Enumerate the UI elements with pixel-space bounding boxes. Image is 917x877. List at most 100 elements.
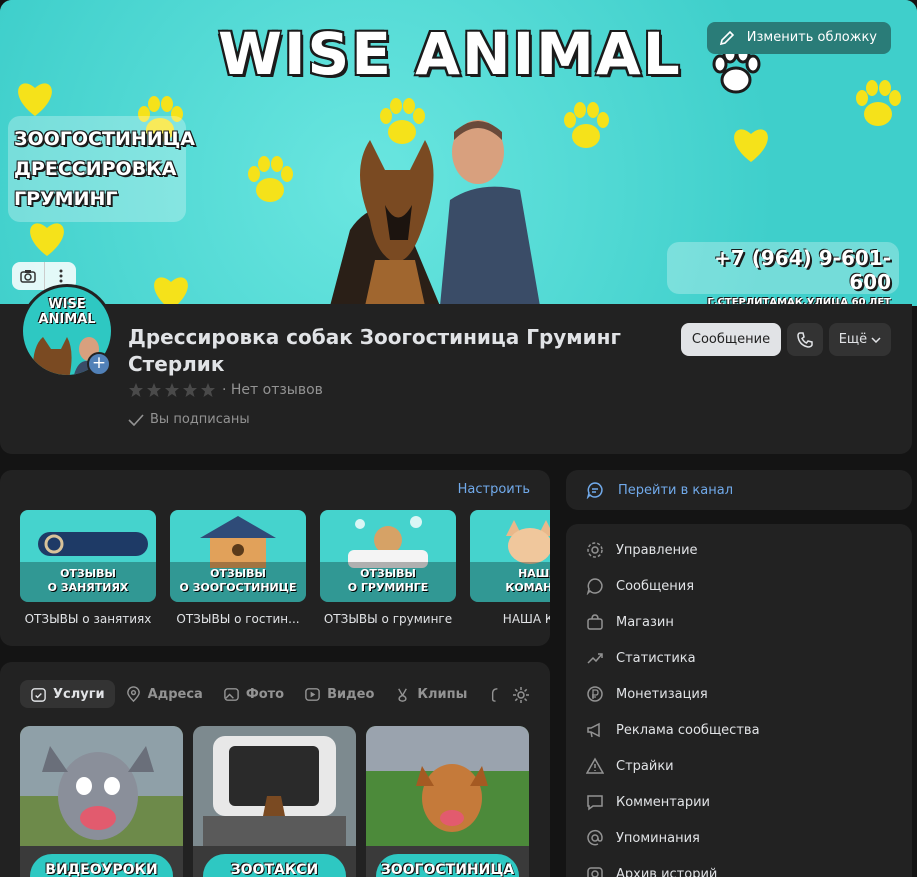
album-overlay: НАШАКОМАНДА (470, 562, 550, 602)
cover-phone: +7 (964) 9-601-600 (714, 246, 891, 294)
heart-icon (734, 129, 768, 162)
doghouse-image (200, 516, 276, 568)
tab-addresses[interactable]: Адреса (115, 680, 213, 708)
rating[interactable]: · Нет отзывов (128, 382, 323, 398)
camera-icon[interactable] (12, 262, 44, 290)
service-card[interactable]: ЗООТАКСИ (193, 726, 356, 877)
avatar-logo-text: WISE ANIMAL (23, 297, 111, 327)
channel-label: Перейти в канал (618, 482, 734, 498)
archive-icon (587, 867, 603, 877)
album-thumbnail: ОТЗЫВЫ О ЗАНЯТИЯХ (20, 510, 156, 602)
album-overlay: ОТЗЫВЫ О ЗАНЯТИЯХ (20, 562, 156, 602)
tab-services[interactable]: Услуги (20, 680, 115, 708)
cover-photo (330, 120, 540, 306)
subscribed-status[interactable]: Вы подписаны (128, 412, 250, 427)
album-thumbnail: ОТЗЫВЫ О ГРУМИНГЕ (320, 510, 456, 602)
play-icon (305, 687, 320, 701)
albums-section: Настроить ОТЗЫВЫ О ЗАНЯТИЯХ ОТЗЫВЫ о заня… (0, 470, 550, 646)
album-item[interactable]: НАШАКОМАНДА НАША КОМ (470, 510, 550, 626)
message-button[interactable]: Сообщение (681, 323, 781, 356)
album-caption: НАША КОМ (502, 612, 550, 626)
menu-item-monetization[interactable]: Монетизация (566, 676, 912, 712)
settings-gear-icon[interactable] (512, 686, 530, 704)
go-to-channel-link[interactable]: Перейти в канал (566, 470, 912, 510)
warning-icon (586, 757, 604, 774)
tab-videos[interactable]: Видео (294, 680, 384, 708)
album-overlay: ОТЗЫВЫ О ГРУМИНГЕ (320, 562, 456, 602)
service-card[interactable]: ВИДЕОУРОКИ (20, 726, 183, 877)
menu-item-manage[interactable]: Управление (566, 532, 912, 568)
menu-item-label: Комментарии (616, 794, 710, 810)
avatar-logo-line: WISE (48, 297, 86, 312)
album-caption: ОТЗЫВЫ о гостин... (176, 612, 300, 626)
clips-icon (398, 687, 408, 702)
menu-item-label: Архив историй (616, 866, 718, 877)
collar-image (38, 532, 148, 556)
menu-item-label: Страйки (616, 758, 674, 774)
album-caption: ОТЗЫВЫ о занятиях (24, 612, 152, 626)
star-icon (165, 383, 179, 397)
service-title: ЗООГОСТИНИЦА (376, 854, 519, 877)
cover-services-panel: ЗООГОСТИНИЦА ДРЕССИРОВКА ГРУМИНГ (8, 116, 196, 222)
community-header: WISE ANIMAL + Дрессировка собак Зоогости… (0, 284, 912, 454)
content-tabs: Услуги Адреса Фото Видео Клипы (20, 680, 514, 708)
album-item[interactable]: ОТЗЫВЫ О ЗООГОСТИНИЦЕ ОТЗЫВЫ о гостин... (170, 510, 306, 626)
menu-item-messages[interactable]: Сообщения (566, 568, 912, 604)
menu-item-label: Упоминания (616, 830, 700, 846)
heart-icon (154, 277, 188, 306)
admin-menu: Управление Сообщения Магазин Статистика … (566, 524, 912, 877)
tab-label: Адреса (147, 686, 203, 702)
cover-title: WISE ANIMAL (218, 20, 682, 88)
page-title: Дрессировка собак Зоогостиница Груминг С… (128, 325, 621, 376)
tab-label: Услуги (53, 686, 105, 702)
tab-clips[interactable]: Клипы (384, 680, 477, 708)
configure-link[interactable]: Настроить (458, 482, 530, 497)
more-button-label: Ещё (838, 332, 868, 347)
tab-label: Клипы (417, 686, 468, 702)
menu-item-shop[interactable]: Магазин (566, 604, 912, 640)
album-item[interactable]: ОТЗЫВЫ О ЗАНЯТИЯХ ОТЗЫВЫ о занятиях (20, 510, 156, 626)
comment-icon (587, 795, 603, 811)
service-image (193, 726, 356, 846)
cover-service-line: ГРУМИНГ (14, 188, 118, 210)
at-icon (587, 829, 603, 846)
ruble-icon (587, 686, 603, 702)
cover-service-line: ЗООГОСТИНИЦА (14, 128, 196, 150)
avatar-logo-line: ANIMAL (38, 312, 96, 327)
add-avatar-button[interactable]: + (87, 352, 111, 376)
bath-image (348, 516, 428, 568)
album-item[interactable]: ОТЗЫВЫ О ГРУМИНГЕ ОТЗЫВЫ о груминге (320, 510, 456, 626)
menu-item-label: Статистика (616, 650, 696, 666)
bag-icon (587, 614, 603, 630)
calendar-check-icon (31, 687, 46, 702)
service-title: ВИДЕОУРОКИ (30, 854, 173, 877)
channel-chat-icon (586, 482, 603, 499)
clip-icon (492, 687, 498, 702)
chat-icon (586, 578, 603, 595)
service-title: ЗООТАКСИ (203, 854, 346, 877)
star-icon (129, 383, 143, 397)
tab-overflow[interactable] (477, 680, 514, 708)
album-overlay: ОТЗЫВЫ О ЗООГОСТИНИЦЕ (170, 562, 306, 602)
album-caption: ОТЗЫВЫ о груминге (323, 612, 453, 626)
more-button[interactable]: Ещё (829, 323, 891, 356)
menu-item-label: Управление (616, 542, 698, 558)
menu-item-stories-archive[interactable]: Архив историй (566, 856, 912, 877)
cover: WISE ANIMAL ЗООГОСТИНИЦА ДРЕССИРОВКА ГРУ… (0, 0, 917, 306)
service-card[interactable]: ЗООГОСТИНИЦА (366, 726, 529, 877)
subscribed-label: Вы подписаны (150, 412, 250, 427)
menu-item-stats[interactable]: Статистика (566, 640, 912, 676)
corgi-image (506, 520, 550, 564)
menu-item-ads[interactable]: Реклама сообщества (566, 712, 912, 748)
menu-item-label: Сообщения (616, 578, 695, 594)
heart-icon (18, 83, 52, 116)
tab-photos[interactable]: Фото (213, 680, 294, 708)
menu-item-strikes[interactable]: Страйки (566, 748, 912, 784)
stats-icon (587, 653, 603, 664)
call-button[interactable] (787, 323, 823, 356)
change-cover-button[interactable]: Изменить обложку (706, 22, 891, 54)
chevron-down-icon (871, 337, 881, 344)
menu-item-mentions[interactable]: Упоминания (566, 820, 912, 856)
gear-icon (587, 542, 603, 558)
menu-item-comments[interactable]: Комментарии (566, 784, 912, 820)
